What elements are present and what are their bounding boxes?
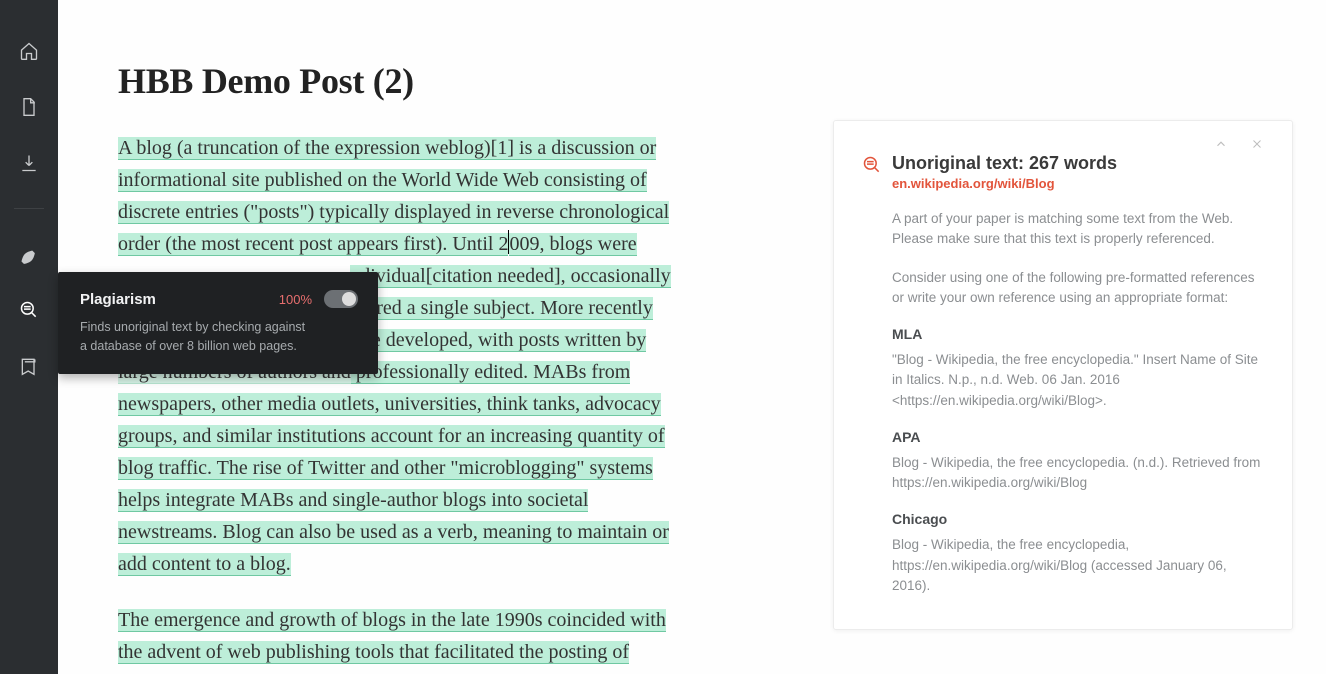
pen-icon[interactable] [18,243,40,265]
ref-label: MLA [892,326,1264,342]
ref-label: APA [892,429,1264,445]
plagiarism-toggle[interactable] [324,290,358,308]
page-title: HBB Demo Post (2) [118,60,1246,102]
tooltip-description: Finds unoriginal text by checking agains… [80,318,330,356]
sidebar-divider [14,208,44,209]
panel-source-link[interactable]: en.wikipedia.org/wiki/Blog [892,176,1117,191]
tooltip-title: Plagiarism [80,291,156,308]
panel-title: Unoriginal text: 267 words [892,153,1117,174]
panel-intro-1: A part of your paper is matching some te… [862,209,1264,250]
post-body: A blog (a truncation of the expression w… [118,132,758,668]
ref-label: Chicago [892,511,1264,527]
app-sidebar [0,0,58,674]
home-icon[interactable] [18,40,40,62]
panel-intro-2: Consider using one of the following pre-… [862,268,1264,309]
paragraph-2: The emergence and growth of blogs in the… [118,604,758,668]
bookmark-icon[interactable] [18,355,40,377]
ref-text: "Blog - Wikipedia, the free encyclopedia… [892,350,1264,411]
ref-mla: MLA "Blog - Wikipedia, the free encyclop… [862,326,1264,411]
search-text-icon[interactable] [18,299,40,321]
ref-text: Blog - Wikipedia, the free encyclopedia.… [892,453,1264,494]
ref-text: Blog - Wikipedia, the free encyclopedia,… [892,535,1264,596]
close-icon[interactable] [1250,137,1264,151]
collapse-icon[interactable] [1214,137,1228,151]
document-icon[interactable] [18,96,40,118]
ref-apa: APA Blog - Wikipedia, the free encyclope… [862,429,1264,494]
alert-icon [862,155,882,175]
plagiarism-detail-panel: Unoriginal text: 267 words en.wikipedia.… [833,120,1293,630]
tooltip-percentage: 100% [279,292,312,307]
ref-chicago: Chicago Blog - Wikipedia, the free encyc… [862,511,1264,596]
download-icon[interactable] [18,152,40,174]
plagiarism-tooltip: Plagiarism 100% Finds unoriginal text by… [58,272,378,374]
